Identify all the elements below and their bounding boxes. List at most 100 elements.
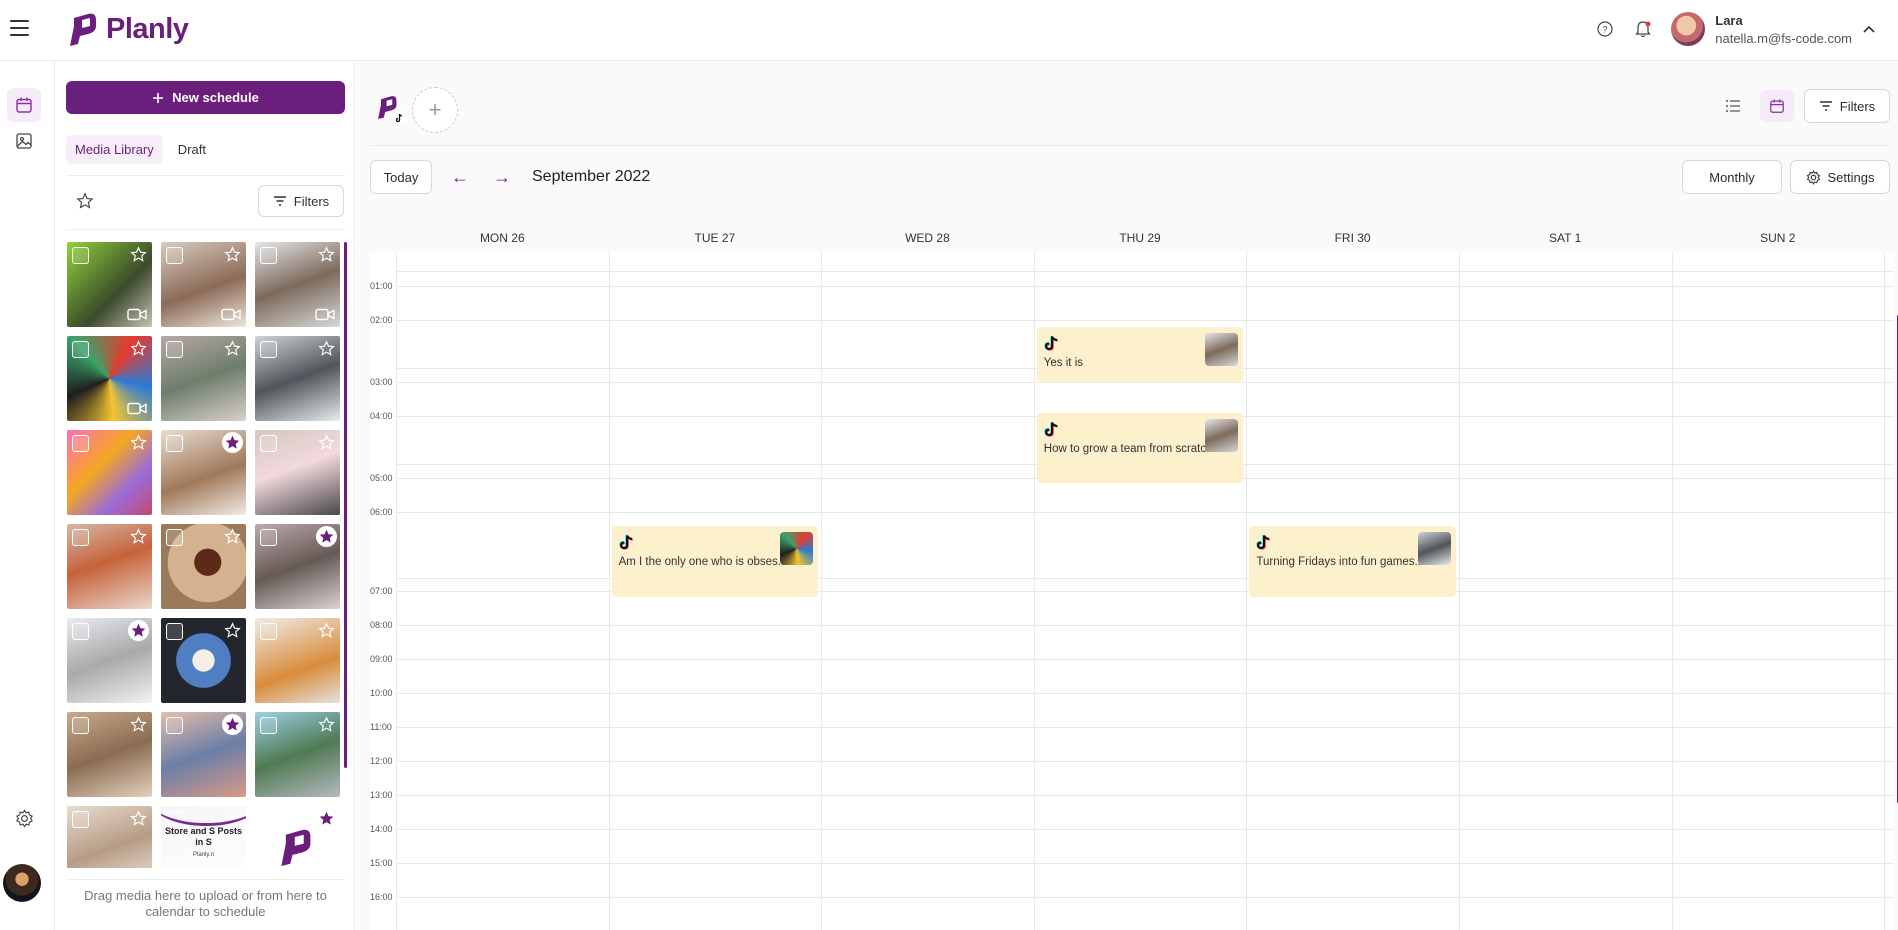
star-icon[interactable] — [318, 528, 335, 545]
star-icon[interactable] — [318, 340, 335, 357]
account-avatar[interactable] — [376, 95, 406, 125]
scheduled-post[interactable]: Am I the only one who is obses... — [611, 526, 819, 597]
select-checkbox[interactable] — [260, 623, 277, 640]
select-checkbox[interactable] — [166, 247, 183, 264]
star-icon[interactable] — [130, 716, 147, 733]
select-checkbox[interactable] — [260, 529, 277, 546]
hour-label: 13:00 — [370, 790, 393, 800]
calendar-nav-button[interactable] — [7, 88, 41, 122]
scheduled-post[interactable]: Turning Fridays into fun games... — [1249, 526, 1456, 597]
select-checkbox[interactable] — [260, 341, 277, 358]
star-icon[interactable] — [130, 622, 147, 639]
media-thumbnail[interactable] — [67, 806, 152, 868]
media-thumbnail[interactable] — [67, 336, 152, 421]
select-checkbox[interactable] — [260, 247, 277, 264]
new-schedule-button[interactable]: New schedule — [66, 81, 345, 114]
star-icon[interactable] — [130, 810, 147, 827]
select-checkbox[interactable] — [260, 811, 277, 828]
select-checkbox[interactable] — [166, 623, 183, 640]
month-label: September 2022 — [532, 168, 651, 185]
calendar-view-button[interactable] — [1760, 90, 1794, 122]
select-checkbox[interactable] — [166, 341, 183, 358]
hour-label: 05:00 — [370, 473, 393, 483]
hour-label: 06:00 — [370, 507, 393, 517]
media-thumbnail[interactable] — [161, 618, 246, 703]
select-checkbox[interactable] — [72, 529, 89, 546]
media-thumbnail[interactable] — [255, 618, 340, 703]
scheduled-post[interactable]: Yes it is — [1036, 327, 1244, 382]
media-thumbnail[interactable] — [161, 336, 246, 421]
star-icon[interactable] — [318, 810, 335, 827]
select-checkbox[interactable] — [72, 435, 89, 452]
sidebar-filters-button[interactable]: Filters — [258, 185, 344, 217]
media-thumbnail[interactable] — [161, 430, 246, 515]
star-icon[interactable] — [224, 434, 241, 451]
media-thumbnail[interactable] — [67, 712, 152, 797]
view-mode-dropdown[interactable]: Monthly — [1682, 160, 1782, 194]
select-checkbox[interactable] — [260, 717, 277, 734]
media-thumbnail[interactable] — [67, 524, 152, 609]
main-filters-button[interactable]: Filters — [1804, 89, 1890, 123]
select-checkbox[interactable] — [166, 717, 183, 734]
media-thumbnail[interactable] — [161, 524, 246, 609]
select-checkbox[interactable] — [72, 623, 89, 640]
media-thumbnail[interactable] — [161, 712, 246, 797]
planly-logo-icon — [281, 829, 311, 866]
workspace-avatar[interactable] — [3, 864, 41, 902]
star-icon[interactable] — [130, 434, 147, 451]
star-icon[interactable] — [318, 716, 335, 733]
select-checkbox[interactable] — [72, 717, 89, 734]
media-scrollbar[interactable] — [344, 242, 347, 768]
media-thumbnail[interactable] — [255, 806, 340, 868]
select-checkbox[interactable] — [72, 247, 89, 264]
media-thumbnail[interactable] — [67, 430, 152, 515]
app-logo[interactable]: Planly — [68, 12, 189, 46]
add-account-button[interactable]: + — [412, 87, 458, 133]
scheduled-post[interactable]: How to grow a team from scratc... — [1036, 413, 1244, 483]
media-thumbnail[interactable] — [67, 618, 152, 703]
star-icon[interactable] — [130, 528, 147, 545]
media-thumbnail[interactable] — [161, 242, 246, 327]
settings-nav-button[interactable] — [7, 801, 41, 835]
star-icon[interactable] — [224, 340, 241, 357]
media-thumbnail[interactable]: Store and S Posts in S Planly.n — [161, 806, 246, 868]
user-menu[interactable]: Lara natella.m@fs-code.com — [1671, 12, 1876, 46]
star-icon[interactable] — [224, 716, 241, 733]
select-checkbox[interactable] — [166, 529, 183, 546]
star-icon[interactable] — [224, 622, 241, 639]
tab-media-library[interactable]: Media Library — [66, 135, 163, 164]
settings-button[interactable]: Settings — [1790, 160, 1890, 194]
media-thumbnail[interactable] — [255, 242, 340, 327]
star-icon[interactable] — [76, 192, 94, 210]
media-nav-button[interactable] — [7, 124, 41, 158]
select-checkbox[interactable] — [72, 811, 89, 828]
select-checkbox[interactable] — [260, 435, 277, 452]
chevron-up-icon[interactable] — [1862, 24, 1876, 34]
star-icon[interactable] — [224, 528, 241, 545]
tiktok-icon — [618, 534, 633, 550]
hamburger-icon[interactable] — [10, 20, 29, 36]
star-icon[interactable] — [318, 246, 335, 263]
star-icon[interactable] — [130, 246, 147, 263]
star-icon[interactable] — [130, 340, 147, 357]
prev-arrow-icon[interactable]: ← — [446, 163, 474, 191]
bell-icon[interactable] — [1633, 19, 1653, 39]
help-circle-icon[interactable]: ? — [1595, 19, 1615, 39]
day-header: WED 28 — [905, 231, 950, 245]
tab-draft[interactable]: Draft — [169, 135, 215, 164]
star-icon[interactable] — [224, 246, 241, 263]
media-thumbnail[interactable] — [255, 712, 340, 797]
select-checkbox[interactable] — [72, 341, 89, 358]
media-thumbnail[interactable] — [255, 336, 340, 421]
media-thumbnail[interactable] — [255, 430, 340, 515]
media-grid: Store and S Posts in S Planly.n — [67, 242, 343, 868]
star-icon[interactable] — [318, 622, 335, 639]
today-button[interactable]: Today — [370, 160, 432, 194]
select-checkbox[interactable] — [166, 435, 183, 452]
list-view-button[interactable] — [1716, 90, 1750, 122]
star-icon[interactable] — [318, 434, 335, 451]
hour-label: 11:00 — [370, 722, 392, 732]
media-thumbnail[interactable] — [255, 524, 340, 609]
next-arrow-icon[interactable]: → — [488, 163, 516, 191]
media-thumbnail[interactable] — [67, 242, 152, 327]
